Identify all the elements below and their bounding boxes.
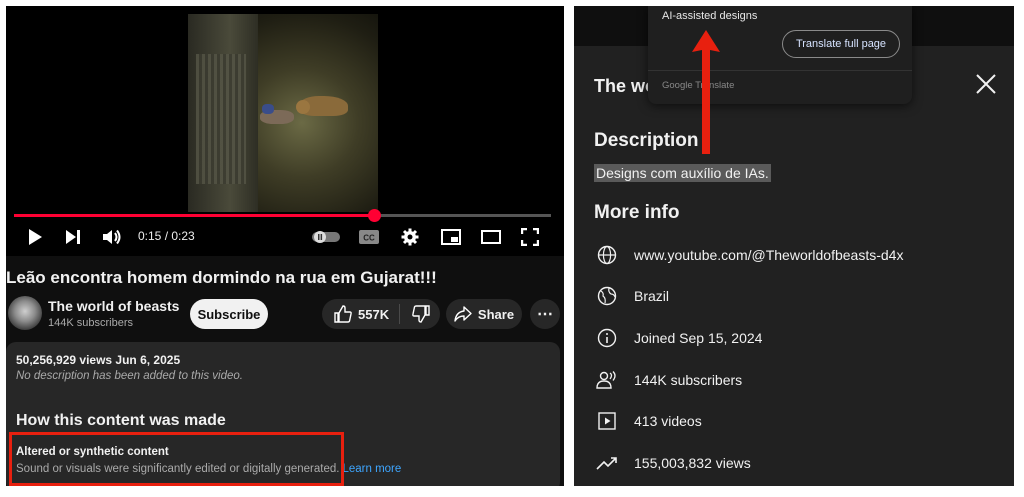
info-row-views: 155,003,832 views xyxy=(596,452,751,474)
subscriber-count: 144K subscribers xyxy=(48,317,133,329)
miniplayer-icon xyxy=(441,229,461,245)
fullscreen-icon xyxy=(521,228,539,246)
earth-icon xyxy=(596,285,618,307)
channel-about-panel: The wo Description Designs com auxílio d… xyxy=(574,6,1014,486)
learn-more-link[interactable]: Learn more xyxy=(342,463,401,475)
close-icon[interactable] xyxy=(974,72,998,96)
like-count[interactable]: 557K xyxy=(358,307,389,322)
lion-head xyxy=(296,100,310,114)
description-heading: Description xyxy=(594,130,699,151)
more-actions-button[interactable]: ⋯ xyxy=(530,299,560,329)
info-row-subscribers: 144K subscribers xyxy=(596,369,742,391)
channel-name[interactable]: The world of beasts xyxy=(48,298,179,314)
captions-button[interactable]: CC xyxy=(358,226,380,248)
sheet-title: The wo xyxy=(594,76,656,96)
video-page-panel: 0:15 / 0:23 CC Leão encontra homem dormi… xyxy=(6,6,564,486)
translated-text: AI-assisted designs xyxy=(662,10,758,22)
gear-icon xyxy=(401,228,419,246)
no-description-text: No description has been added to this vi… xyxy=(16,370,243,382)
share-label: Share xyxy=(477,306,515,322)
info-row-text: www.youtube.com/@Theworldofbeasts-d4x xyxy=(634,247,904,263)
annotation-arrow-icon xyxy=(692,30,720,154)
trending-icon xyxy=(596,452,618,474)
video-frame[interactable] xyxy=(188,14,378,212)
theater-mode-button[interactable] xyxy=(480,226,502,248)
time-readout: 0:15 / 0:23 xyxy=(138,229,195,243)
video-icon xyxy=(596,410,618,432)
skip-next-icon xyxy=(66,230,80,244)
theater-icon xyxy=(481,230,501,244)
cc-text: CC xyxy=(363,234,375,243)
globe-icon xyxy=(596,244,618,266)
annotation-highlight-box xyxy=(9,432,344,486)
info-row-country: Brazil xyxy=(596,285,669,307)
sleeping-man-shirt xyxy=(262,104,274,114)
subscribe-button[interactable]: Subscribe xyxy=(190,299,268,329)
autoplay-toggle-icon xyxy=(312,231,340,243)
captions-icon: CC xyxy=(359,230,379,244)
channel-avatar[interactable] xyxy=(8,296,42,330)
like-divider xyxy=(399,304,401,324)
play-icon xyxy=(29,229,42,245)
info-row-videos: 413 videos xyxy=(596,410,702,432)
progress-fill xyxy=(14,214,374,217)
thumbs-up-icon[interactable] xyxy=(334,305,352,323)
video-title: Leão encontra homem dormindo na rua em G… xyxy=(6,268,437,287)
share-button[interactable]: Share xyxy=(446,299,522,329)
description-text-selected[interactable]: Designs com auxílio de IAs. xyxy=(594,164,771,182)
autoplay-toggle[interactable] xyxy=(312,226,340,248)
more-info-heading: More info xyxy=(594,202,680,223)
video-player[interactable]: 0:15 / 0:23 CC xyxy=(6,6,564,256)
progress-scrubber[interactable] xyxy=(367,209,381,222)
how-content-was-made-heading: How this content was made xyxy=(16,412,226,429)
info-row-link[interactable]: www.youtube.com/@Theworldofbeasts-d4x xyxy=(596,244,903,266)
next-button[interactable] xyxy=(64,226,82,248)
fullscreen-button[interactable] xyxy=(520,226,540,248)
translate-full-page-button[interactable]: Translate full page xyxy=(782,30,900,58)
views-and-date: 50,256,929 views Jun 6, 2025 xyxy=(16,353,181,367)
volume-icon xyxy=(103,229,121,245)
info-row-text: 413 videos xyxy=(634,413,702,429)
settings-button[interactable] xyxy=(400,226,420,248)
shop-shutter xyxy=(196,54,246,184)
volume-button[interactable] xyxy=(102,226,122,248)
people-icon xyxy=(596,369,618,391)
share-icon xyxy=(454,306,472,322)
info-icon xyxy=(596,327,618,349)
info-row-text: Joined Sep 15, 2024 xyxy=(634,330,763,346)
thumbs-down-icon[interactable] xyxy=(412,305,430,323)
info-row-text: 155,003,832 views xyxy=(634,455,751,471)
progress-bar[interactable] xyxy=(14,209,551,222)
info-row-text: 144K subscribers xyxy=(634,372,743,388)
like-dislike-group: 557K xyxy=(322,299,440,329)
info-row-joined: Joined Sep 15, 2024 xyxy=(596,327,762,349)
info-row-text: Brazil xyxy=(634,288,670,304)
miniplayer-button[interactable] xyxy=(440,226,462,248)
play-button[interactable] xyxy=(26,226,44,248)
